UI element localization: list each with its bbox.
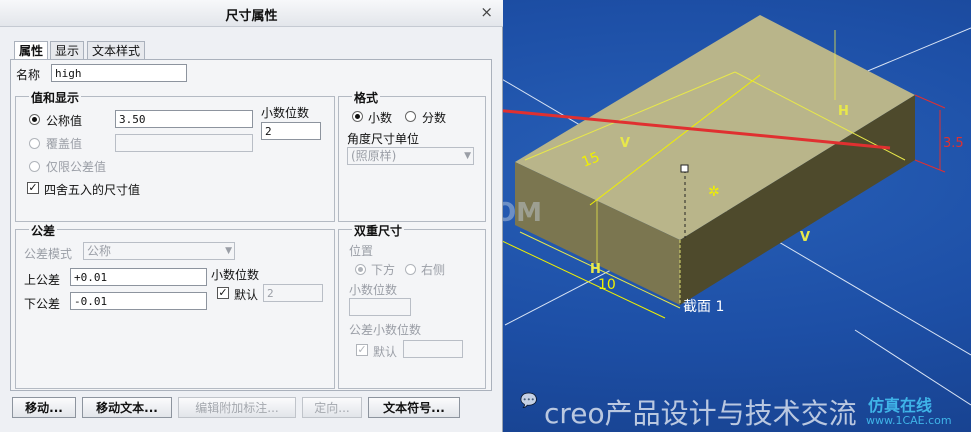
decimal-radio[interactable] [352,111,363,122]
csys-marker: ✲ [708,184,720,200]
decimals-label: 小数位数 [261,106,310,120]
decimals-field[interactable]: 2 [261,122,321,140]
tolerance-only-radio[interactable] [29,161,40,172]
section-label: 截面 1 [683,299,725,315]
override-value-field[interactable] [115,134,253,152]
right-radio[interactable] [405,264,416,275]
right-label: 右侧 [421,263,446,277]
horizontal-constraint-mark: H [838,104,849,119]
name-field[interactable]: high [51,64,187,82]
format-group-title: 格式 [352,89,381,106]
dual-decimals-field[interactable] [349,298,411,316]
dual-default-checkbox[interactable]: ✓ [356,344,368,356]
dual-decimals-label: 小数位数 [349,283,398,297]
tab-properties[interactable]: 属性 [14,41,49,61]
watermark-bottom: creo产品设计与技术交流 [544,397,857,430]
dialog-titlebar[interactable]: 尺寸属性 × [0,0,503,27]
wechat-icon: 💬 [520,393,538,409]
dimension-35-label[interactable]: 3.5 [943,136,964,151]
lower-tolerance-label: 下公差 [24,297,61,311]
dialog-title: 尺寸属性 [225,9,278,24]
horizontal-constraint-mark: H [590,262,601,277]
override-label: 覆盖值 [46,137,83,151]
nominal-radio[interactable] [29,114,40,125]
fraction-radio[interactable] [405,111,416,122]
tolerance-mode-label: 公差模式 [24,247,73,261]
value-display-group-title: 值和显示 [29,89,82,106]
tab-text-style[interactable]: 文本样式 [87,41,146,60]
lower-tolerance-field[interactable]: -0.01 [70,292,207,310]
close-icon[interactable]: × [480,3,493,21]
dual-default-label: 默认 [373,345,398,359]
orient-button[interactable]: 定向... [302,397,362,418]
tolerance-group-title: 公差 [29,222,58,239]
round-label: 四舍五入的尺寸值 [44,183,141,197]
decimal-label: 小数 [368,111,393,125]
chevron-down-icon: ▼ [225,246,232,256]
move-button[interactable]: 移动... [12,397,76,418]
dimension-35-line [914,94,946,109]
upper-tolerance-label: 上公差 [24,273,61,287]
vertical-constraint-mark: V [620,136,631,151]
move-text-button[interactable]: 移动文本... [82,397,172,418]
dual-tolerance-decimals-field[interactable] [403,340,463,358]
dimension-10-label[interactable]: 10 [598,277,616,293]
angle-unit-select[interactable]: (照原样) ▼ [347,147,474,165]
dual-dimension-group-title: 双重尺寸 [352,222,405,239]
tolerance-default-checkbox[interactable]: ✓ [217,287,229,299]
position-label: 位置 [349,244,374,258]
below-radio[interactable] [355,264,366,275]
tab-display[interactable]: 显示 [50,41,85,60]
dimension-properties-dialog: 尺寸属性 × 属性 显示 文本样式 名称 high 值和显示 公称值 3.50 … [0,0,503,432]
name-label: 名称 [16,68,41,82]
tolerance-mode-select[interactable]: 公称 ▼ [83,242,235,260]
angle-unit-value: (照原样) [351,149,397,163]
vertical-constraint-mark: V [800,230,811,245]
selection-handle [680,164,689,173]
tolerance-default-label: 默认 [234,288,259,302]
tolerance-mode-value: 公称 [87,244,112,258]
tolerance-decimals-field[interactable]: 2 [263,284,323,302]
round-checkbox[interactable]: ✓ [27,182,39,194]
override-radio[interactable] [29,138,40,149]
watermark-url: www.1CAE.com [866,414,952,427]
angle-unit-label: 角度尺寸单位 [347,132,420,146]
nominal-label: 公称值 [46,114,83,128]
tolerance-decimals-label: 小数位数 [211,268,260,282]
below-label: 下方 [371,263,396,277]
edit-note-button[interactable]: 编辑附加标注... [178,397,296,418]
dual-tolerance-decimals-label: 公差小数位数 [349,323,422,337]
nominal-value-field[interactable]: 3.50 [115,110,253,128]
watermark-site: 仿真在线 [868,396,933,415]
tolerance-only-label: 仅限公差值 [46,160,107,174]
chevron-down-icon: ▼ [464,151,471,161]
fraction-label: 分数 [422,111,447,125]
text-symbol-button[interactable]: 文本符号... [368,397,460,418]
upper-tolerance-field[interactable]: +0.01 [70,268,207,286]
